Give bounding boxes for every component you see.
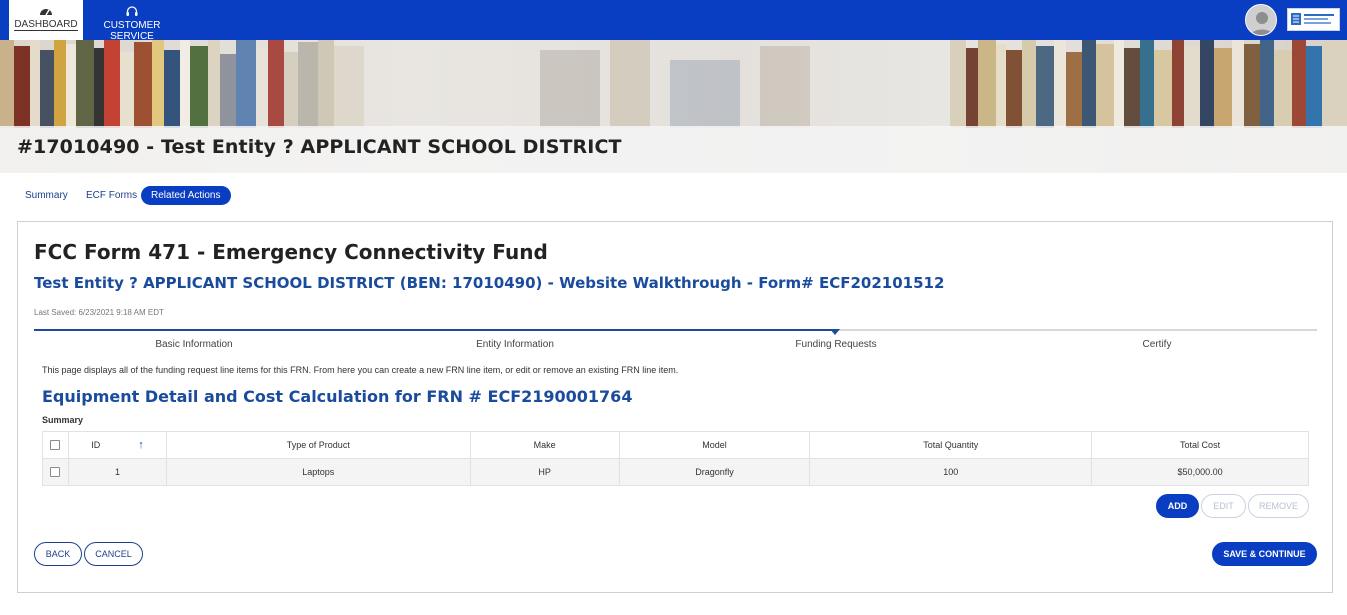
nav-customer-service[interactable]: CUSTOMER SERVICE: [88, 0, 176, 42]
cell-id: 1: [67, 458, 167, 486]
step-basic-information[interactable]: Basic Information: [34, 339, 354, 350]
edit-button[interactable]: EDIT: [1201, 494, 1246, 518]
logo-icon: [1291, 13, 1334, 25]
select-all-checkbox-cell[interactable]: [42, 431, 69, 459]
user-silhouette-icon: [1246, 5, 1276, 35]
nav-dashboard-label: DASHBOARD: [14, 19, 78, 31]
bookshelf-banner-image: [0, 40, 1347, 128]
cell-make: HP: [469, 458, 620, 486]
column-header-make[interactable]: Make: [469, 431, 620, 459]
section-title: Equipment Detail and Cost Calculation fo…: [42, 387, 633, 406]
column-header-id[interactable]: ID ↑: [67, 431, 167, 459]
cell-model: Dragonfly: [618, 458, 811, 486]
cell-type: Laptops: [165, 458, 471, 486]
organization-logo: [1287, 8, 1340, 31]
save-continue-button[interactable]: SAVE & CONTINUE: [1212, 542, 1317, 566]
tab-related-actions[interactable]: Related Actions: [141, 186, 231, 205]
column-header-type[interactable]: Type of Product: [165, 431, 471, 459]
select-all-checkbox[interactable]: [50, 440, 61, 451]
last-saved-timestamp: Last Saved: 6/23/2021 9:18 AM EDT: [34, 308, 164, 317]
remove-button[interactable]: REMOVE: [1248, 494, 1309, 518]
add-button[interactable]: ADD: [1156, 494, 1199, 518]
nav-dashboard[interactable]: DASHBOARD: [9, 0, 83, 40]
gauge-icon: [40, 9, 52, 16]
summary-label: Summary: [42, 415, 84, 425]
table-row[interactable]: 1 Laptops HP Dragonfly 100 $50,000.00: [42, 458, 1309, 486]
column-header-cost[interactable]: Total Cost: [1091, 431, 1309, 459]
stepper-current-marker: [830, 329, 840, 335]
back-button[interactable]: BACK: [34, 542, 82, 566]
top-nav-bar: DASHBOARD CUSTOMER SERVICE: [0, 0, 1347, 42]
tab-summary[interactable]: Summary: [25, 186, 68, 205]
line-items-table: ID ↑ Type of Product Make Model Total Qua…: [42, 431, 1309, 486]
cell-quantity: 100: [809, 458, 1093, 486]
table-header-row: ID ↑ Type of Product Make Model Total Qua…: [42, 431, 1309, 459]
cancel-button[interactable]: CANCEL: [84, 542, 143, 566]
sort-ascending-icon[interactable]: ↑: [138, 439, 144, 451]
nav-customer-service-label: CUSTOMER SERVICE: [103, 20, 161, 42]
column-header-model[interactable]: Model: [618, 431, 811, 459]
page-intro-text: This page displays all of the funding re…: [42, 365, 679, 375]
column-header-id-label: ID: [91, 440, 101, 450]
step-funding-requests[interactable]: Funding Requests: [676, 339, 996, 350]
step-certify[interactable]: Certify: [997, 339, 1317, 350]
form-title: FCC Form 471 - Emergency Connectivity Fu…: [34, 240, 548, 264]
cell-cost: $50,000.00: [1091, 458, 1309, 486]
form-card: FCC Form 471 - Emergency Connectivity Fu…: [17, 221, 1333, 593]
step-entity-information[interactable]: Entity Information: [355, 339, 675, 350]
tab-ecf-forms[interactable]: ECF Forms: [86, 186, 137, 205]
form-subtitle: Test Entity ? APPLICANT SCHOOL DISTRICT …: [34, 274, 945, 292]
row-checkbox-cell[interactable]: [42, 458, 69, 486]
user-avatar[interactable]: [1245, 4, 1277, 36]
headset-icon: [126, 6, 138, 16]
column-header-quantity[interactable]: Total Quantity: [809, 431, 1093, 459]
stepper-progress: [34, 329, 835, 331]
row-checkbox[interactable]: [50, 467, 61, 478]
page-title: #17010490 - Test Entity ? APPLICANT SCHO…: [17, 136, 622, 158]
